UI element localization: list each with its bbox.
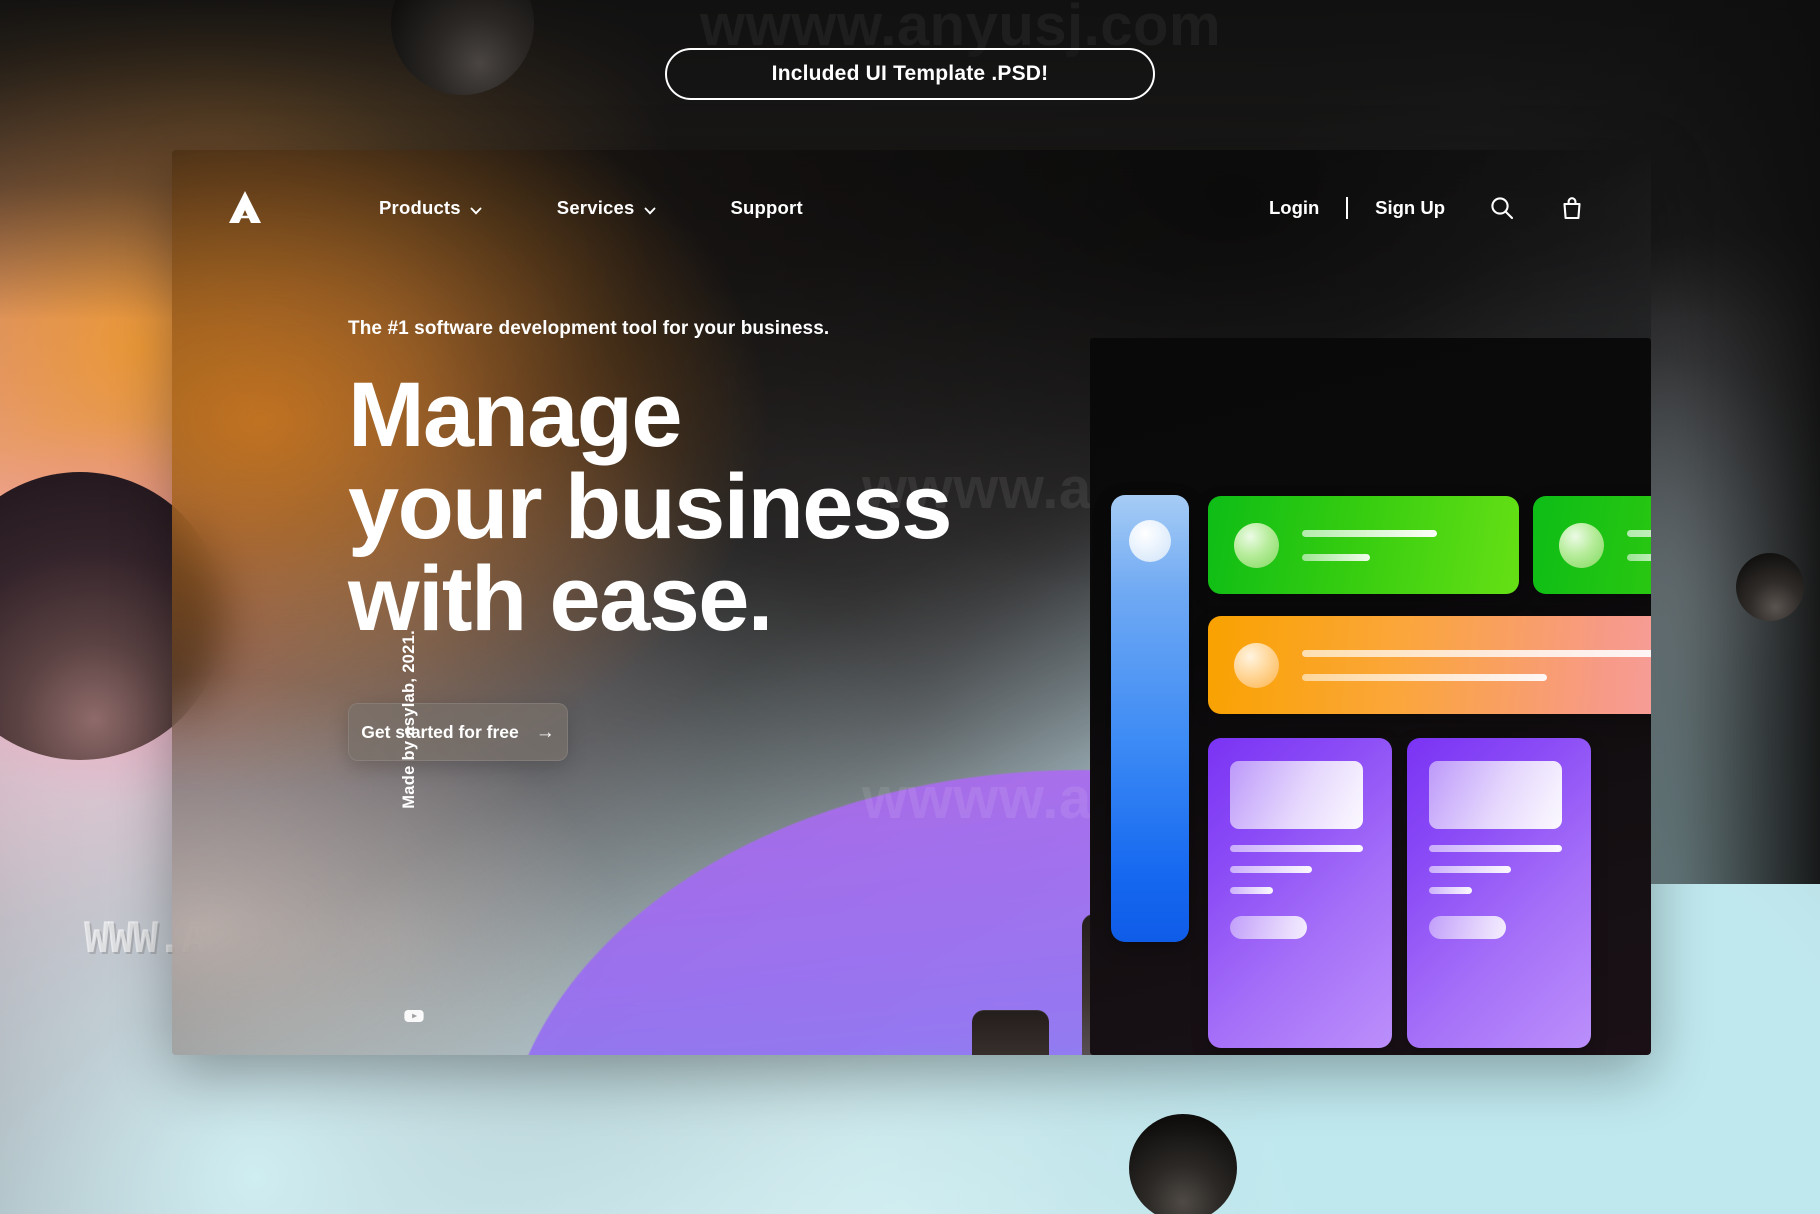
- stat-card-green-1[interactable]: [1208, 496, 1519, 594]
- arrow-right-icon: →: [535, 721, 555, 743]
- stat-card-orange[interactable]: [1208, 616, 1651, 714]
- nav-item-label: Products: [379, 196, 461, 218]
- hero-tagline: The #1 software development tool for you…: [348, 318, 830, 339]
- nav-item-label: Support: [730, 196, 803, 218]
- dashboard-preview: [1090, 338, 1651, 1055]
- sidebar-rail[interactable]: [1111, 495, 1189, 942]
- chevron-down-icon: [644, 200, 655, 215]
- decorative-sphere-bottom: [1129, 1114, 1237, 1214]
- card-text-line: [1429, 845, 1562, 852]
- headline-line-2: your business: [348, 456, 953, 558]
- asylab-logo[interactable]: [225, 188, 265, 228]
- shopping-bag-icon[interactable]: [1559, 195, 1585, 221]
- product-card-2[interactable]: [1407, 738, 1591, 1048]
- nav-item-support[interactable]: Support: [731, 197, 803, 219]
- card-avatar-dot: [1234, 523, 1279, 568]
- chart-bar: [972, 1010, 1049, 1055]
- nav-actions: Login Sign Up: [1269, 195, 1585, 221]
- card-text-line: [1230, 887, 1273, 894]
- card-text-line: [1302, 650, 1651, 657]
- site-navbar: Products Services Support Login Sign Up: [172, 150, 1651, 265]
- chevron-down-icon: [470, 200, 482, 215]
- badge-label: Included UI Template .PSD!: [771, 62, 1049, 85]
- youtube-icon[interactable]: [403, 1005, 425, 1027]
- login-link[interactable]: Login: [1269, 197, 1319, 219]
- product-card-1[interactable]: [1208, 738, 1392, 1048]
- signup-link[interactable]: Sign Up: [1375, 197, 1445, 219]
- card-text-line: [1429, 887, 1472, 894]
- nav-item-label: Services: [556, 196, 635, 218]
- card-text-line: [1230, 866, 1312, 873]
- card-text-line: [1429, 866, 1511, 873]
- made-by-credit: Made by asylab, 2021.: [400, 630, 418, 809]
- card-action-button[interactable]: [1429, 916, 1506, 939]
- headline-line-1: Manage: [348, 364, 683, 466]
- nav-item-services[interactable]: Services: [557, 197, 655, 219]
- card-text-line: [1230, 845, 1363, 852]
- website-mockup-panel: Products Services Support Login Sign Up: [172, 150, 1651, 1055]
- search-icon[interactable]: [1489, 195, 1515, 221]
- hero-section: The #1 software development tool for you…: [348, 318, 953, 761]
- nav-divider: [1346, 196, 1349, 219]
- nav-item-products[interactable]: Products: [379, 196, 482, 219]
- card-text-line: [1627, 530, 1651, 537]
- nav-links: Products Services Support: [379, 197, 803, 219]
- card-avatar-dot: [1559, 523, 1604, 568]
- get-started-label: Get started for free: [361, 721, 519, 742]
- card-text-line: [1302, 530, 1437, 537]
- card-image-placeholder: [1429, 761, 1562, 829]
- social-links: [403, 1005, 425, 1055]
- hero-headline: Manage your business with ease.: [348, 364, 953, 650]
- included-template-badge: Included UI Template .PSD!: [665, 48, 1155, 100]
- card-text-line: [1302, 554, 1370, 561]
- stat-card-green-2[interactable]: [1533, 496, 1651, 594]
- headline-line-3: with ease.: [348, 548, 773, 650]
- card-image-placeholder: [1230, 761, 1363, 829]
- card-text-line: [1302, 674, 1547, 681]
- get-started-button[interactable]: Get started for free →: [348, 703, 568, 761]
- card-action-button[interactable]: [1230, 916, 1307, 939]
- avatar-dot: [1129, 520, 1171, 562]
- dashboard-canvas: [1090, 338, 1651, 1055]
- card-text-line: [1627, 554, 1651, 561]
- decorative-sphere-right: [1736, 553, 1804, 621]
- card-avatar-dot: [1234, 643, 1279, 688]
